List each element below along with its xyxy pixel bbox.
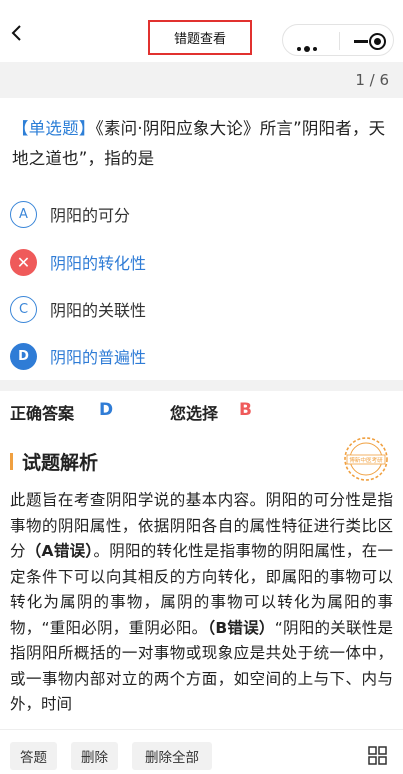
option-letter-a: A [10,200,37,228]
chosen-answer-label: 您选择 [170,404,219,423]
option-letter-c: C [10,295,37,323]
answer-summary: 正确答案 D 您选择 B [10,400,400,424]
option-text: 阴阳的关联性 [50,301,147,320]
brand-stamp-icon: 博新中医考研 [344,437,388,481]
more-dots-icon[interactable] [297,38,320,57]
option-b[interactable]: ✕ 阴阳的转化性 [10,247,146,277]
analysis-tag-b: （B错误） [207,618,275,637]
chevron-left-icon[interactable] [8,24,26,42]
option-text: 阴阳的转化性 [50,254,147,273]
capsule-divider [339,32,340,50]
option-text: 阴阳的普遍性 [50,348,147,367]
delete-all-button[interactable]: 删除全部 [132,742,212,770]
correct-answer-label: 正确答案 [10,404,75,423]
wrong-cross-icon: ✕ [10,248,37,276]
stamp-text: 博新中医考研 [349,456,383,464]
option-c[interactable]: C 阴阳的关联性 [10,294,146,324]
minimize-icon[interactable] [354,40,368,43]
option-letter-d: D [10,342,37,370]
option-text: 阴阳的可分 [50,206,131,225]
correct-answer-value: D [99,400,114,420]
mini-program-capsule [282,24,394,56]
record-circle-icon[interactable] [369,33,386,50]
analysis-header: 试题解析 [10,448,98,474]
option-a[interactable]: A 阴阳的可分 [10,199,130,229]
progress-counter: 1 / 6 [355,71,389,89]
analysis-title: 试题解析 [22,451,99,474]
question-type: 【单选题】 [12,119,96,138]
grid-icon[interactable] [368,746,387,765]
answer-button[interactable]: 答题 [10,742,57,770]
progress-bar: 1 / 6 [0,62,403,98]
page-title: 错题查看 [148,20,252,55]
bottom-toolbar: 答题 删除 删除全部 [0,729,403,774]
analysis-tag-a: （A错误） [25,542,94,560]
nav-bar: 错题查看 [0,0,403,62]
chosen-answer-value: B [239,400,252,420]
delete-button[interactable]: 删除 [71,742,118,770]
header-accent-bar [10,452,13,470]
section-divider [0,380,403,391]
option-d[interactable]: D 阴阳的普遍性 [10,341,146,371]
question-stem: 【单选题】《素问·阴阳应象大论》所言”阴阳者，天地之道也”，指的是 [12,114,392,174]
analysis-body: 此题旨在考查阴阳学说的基本内容。阴阳的可分性是指事物的阴阳属性，依据阴阳各自的属… [10,488,393,744]
